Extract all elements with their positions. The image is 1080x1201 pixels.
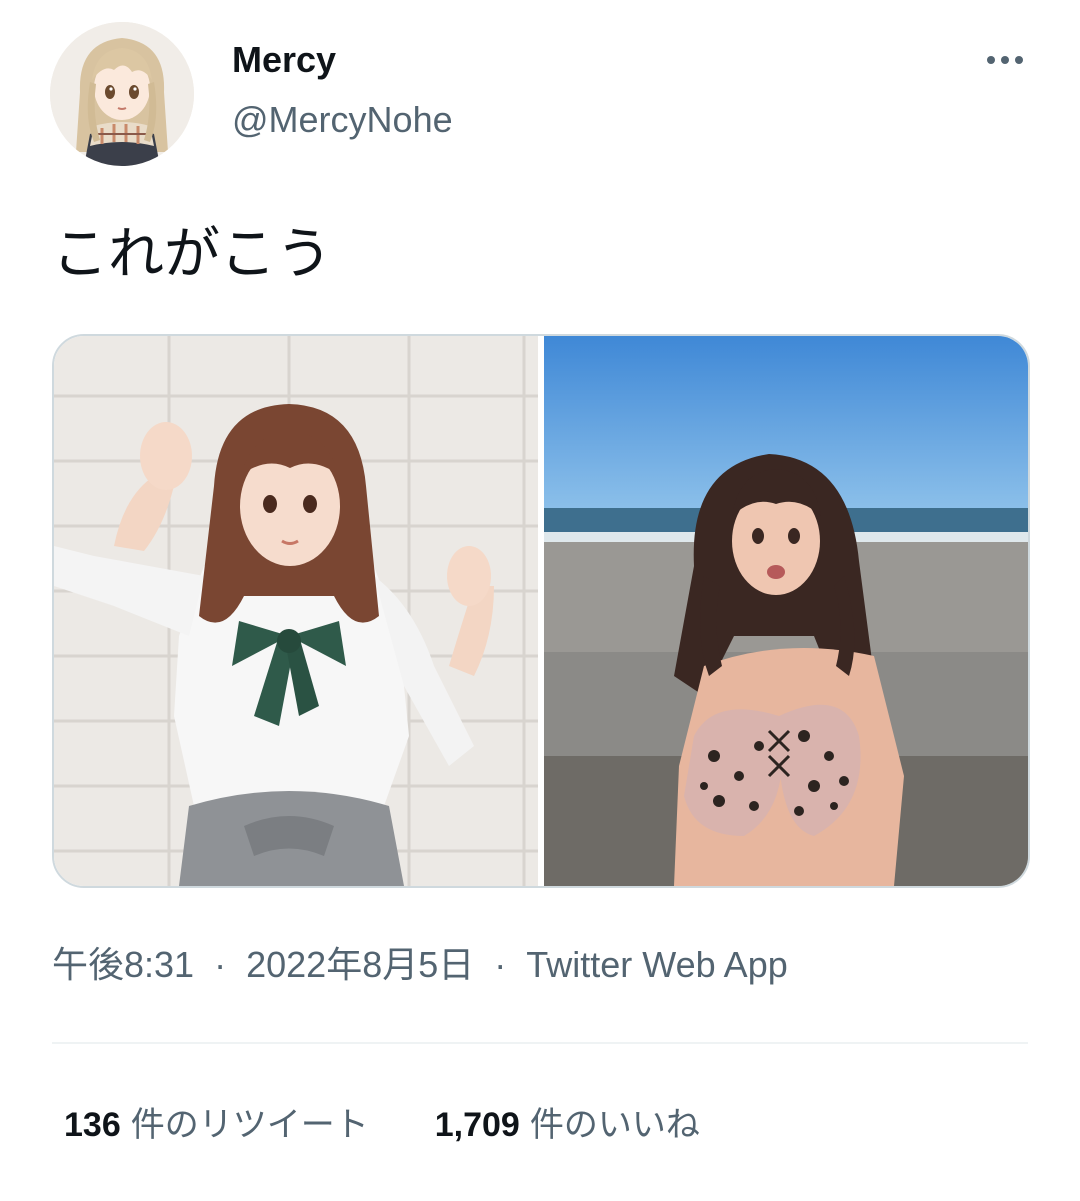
tweet-time[interactable]: 午後8:31 bbox=[52, 944, 194, 985]
retweets-label: 件のリツイート bbox=[130, 1106, 369, 1144]
meta-separator: · bbox=[214, 944, 227, 985]
tweet-source[interactable]: Twitter Web App bbox=[526, 944, 787, 985]
tweet-photo-1[interactable] bbox=[54, 336, 538, 886]
retweets-stat[interactable]: 136 件のリツイート bbox=[64, 1100, 369, 1150]
avatar-illustration bbox=[50, 22, 194, 166]
tweet-text: これがこう bbox=[52, 222, 332, 287]
display-name[interactable]: Mercy bbox=[232, 38, 336, 82]
more-horizontal-icon bbox=[987, 56, 995, 64]
more-horizontal-icon-dot bbox=[1015, 56, 1023, 64]
tweet-date[interactable]: 2022年8月5日 bbox=[246, 944, 474, 985]
tweet-meta: 午後8:31 · 2022年8月5日 · Twitter Web App bbox=[52, 940, 788, 990]
tweet-detail: Mercy @MercyNohe これがこう 午後8:31 · 2022年8月5… bbox=[0, 0, 1080, 1201]
retweets-count: 136 bbox=[64, 1106, 121, 1144]
media-grid bbox=[52, 334, 1030, 888]
photo-beach bbox=[544, 336, 1028, 886]
divider bbox=[52, 1042, 1028, 1044]
likes-count: 1,709 bbox=[434, 1106, 520, 1144]
likes-stat[interactable]: 1,709 件のいいね bbox=[435, 1100, 700, 1150]
meta-separator: · bbox=[494, 944, 507, 985]
photo-school-uniform bbox=[54, 336, 538, 886]
more-horizontal-icon-dot bbox=[1001, 56, 1009, 64]
tweet-photo-2[interactable] bbox=[544, 336, 1028, 886]
user-handle[interactable]: @MercyNohe bbox=[232, 98, 453, 142]
tweet-stats: 136 件のリツイート 1,709 件のいいね bbox=[64, 1100, 700, 1150]
likes-label: 件のいいね bbox=[529, 1106, 700, 1144]
avatar[interactable] bbox=[50, 22, 194, 166]
more-options-button[interactable] bbox=[980, 40, 1030, 80]
